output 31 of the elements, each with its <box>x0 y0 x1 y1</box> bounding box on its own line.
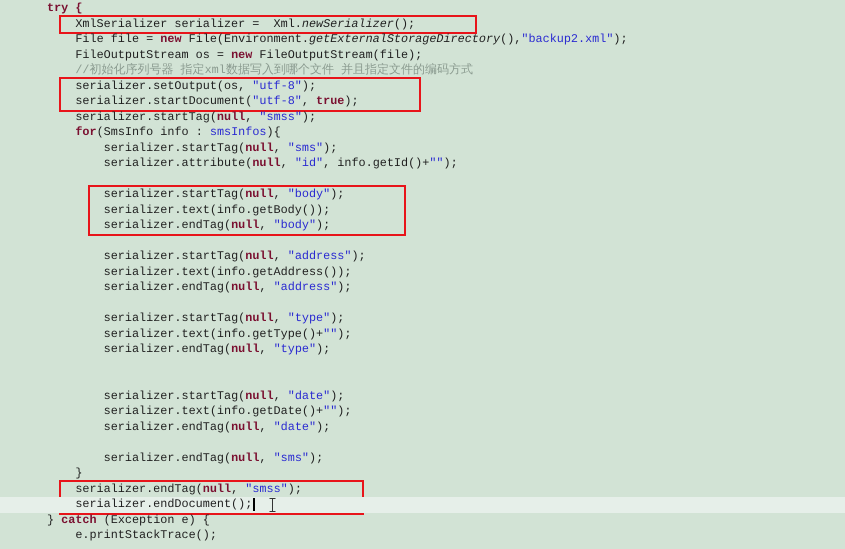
code-line: e.printStackTrace(); <box>75 528 217 544</box>
code-line: File file = new File(Environment.getExternalStorageDirectory(),"backup2.xml"); <box>75 32 628 48</box>
code-line: serializer.attribute(null, "id", info.getId()+""); <box>104 156 458 172</box>
code-line: serializer.startTag(null, "address"); <box>104 249 366 264</box>
code-line: serializer.startTag(null, "smss"); <box>75 110 316 125</box>
code-line: serializer.endDocument(); <box>75 497 276 512</box>
code-line: serializer.startTag(null, "type"); <box>104 311 344 326</box>
code-line: } <box>75 466 82 482</box>
code-line: serializer.text(info.getDate()+""); <box>104 404 352 420</box>
code-line: serializer.endTag(null, "address"); <box>104 280 352 296</box>
code-line: FileOutputStream os = new FileOutputStream(file); <box>75 48 422 63</box>
code-line: serializer.startTag(null, "sms"); <box>104 140 338 156</box>
code-line: serializer.startDocument("utf-8", true); <box>75 94 359 110</box>
code-line: serializer.startTag(null, "body"); <box>104 187 344 202</box>
code-line: serializer.text(info.getBody()); <box>104 202 330 218</box>
i-beam-cursor-icon <box>269 498 276 512</box>
text-caret <box>253 498 256 512</box>
code-line: serializer.startTag(null, "date"); <box>104 388 344 404</box>
code-line: } catch (Exception e) { <box>47 512 210 528</box>
code-line: serializer.setOutput(os, "utf-8"); <box>75 78 316 94</box>
code-line: serializer.endTag(null, "date"); <box>104 420 330 435</box>
code-line: try { <box>47 1 82 16</box>
code-line: serializer.text(info.getAddress()); <box>104 264 352 280</box>
code-line: XmlSerializer serializer = Xml.newSerializer(); <box>75 16 416 32</box>
code-line: serializer.endTag(null, "type"); <box>104 342 330 358</box>
code-line: //初始化序列号器 指定xml数据写入到哪个文件 并且指定文件的编码方式 <box>75 63 473 78</box>
code-line: serializer.endTag(null, "body"); <box>104 218 330 234</box>
code-line: for(SmsInfo info : smsInfos){ <box>75 125 281 140</box>
code-line: serializer.endTag(null, "sms"); <box>104 450 324 466</box>
code-line: serializer.text(info.getType()+""); <box>104 326 352 342</box>
code-line: serializer.endTag(null, "smss"); <box>75 482 302 497</box>
